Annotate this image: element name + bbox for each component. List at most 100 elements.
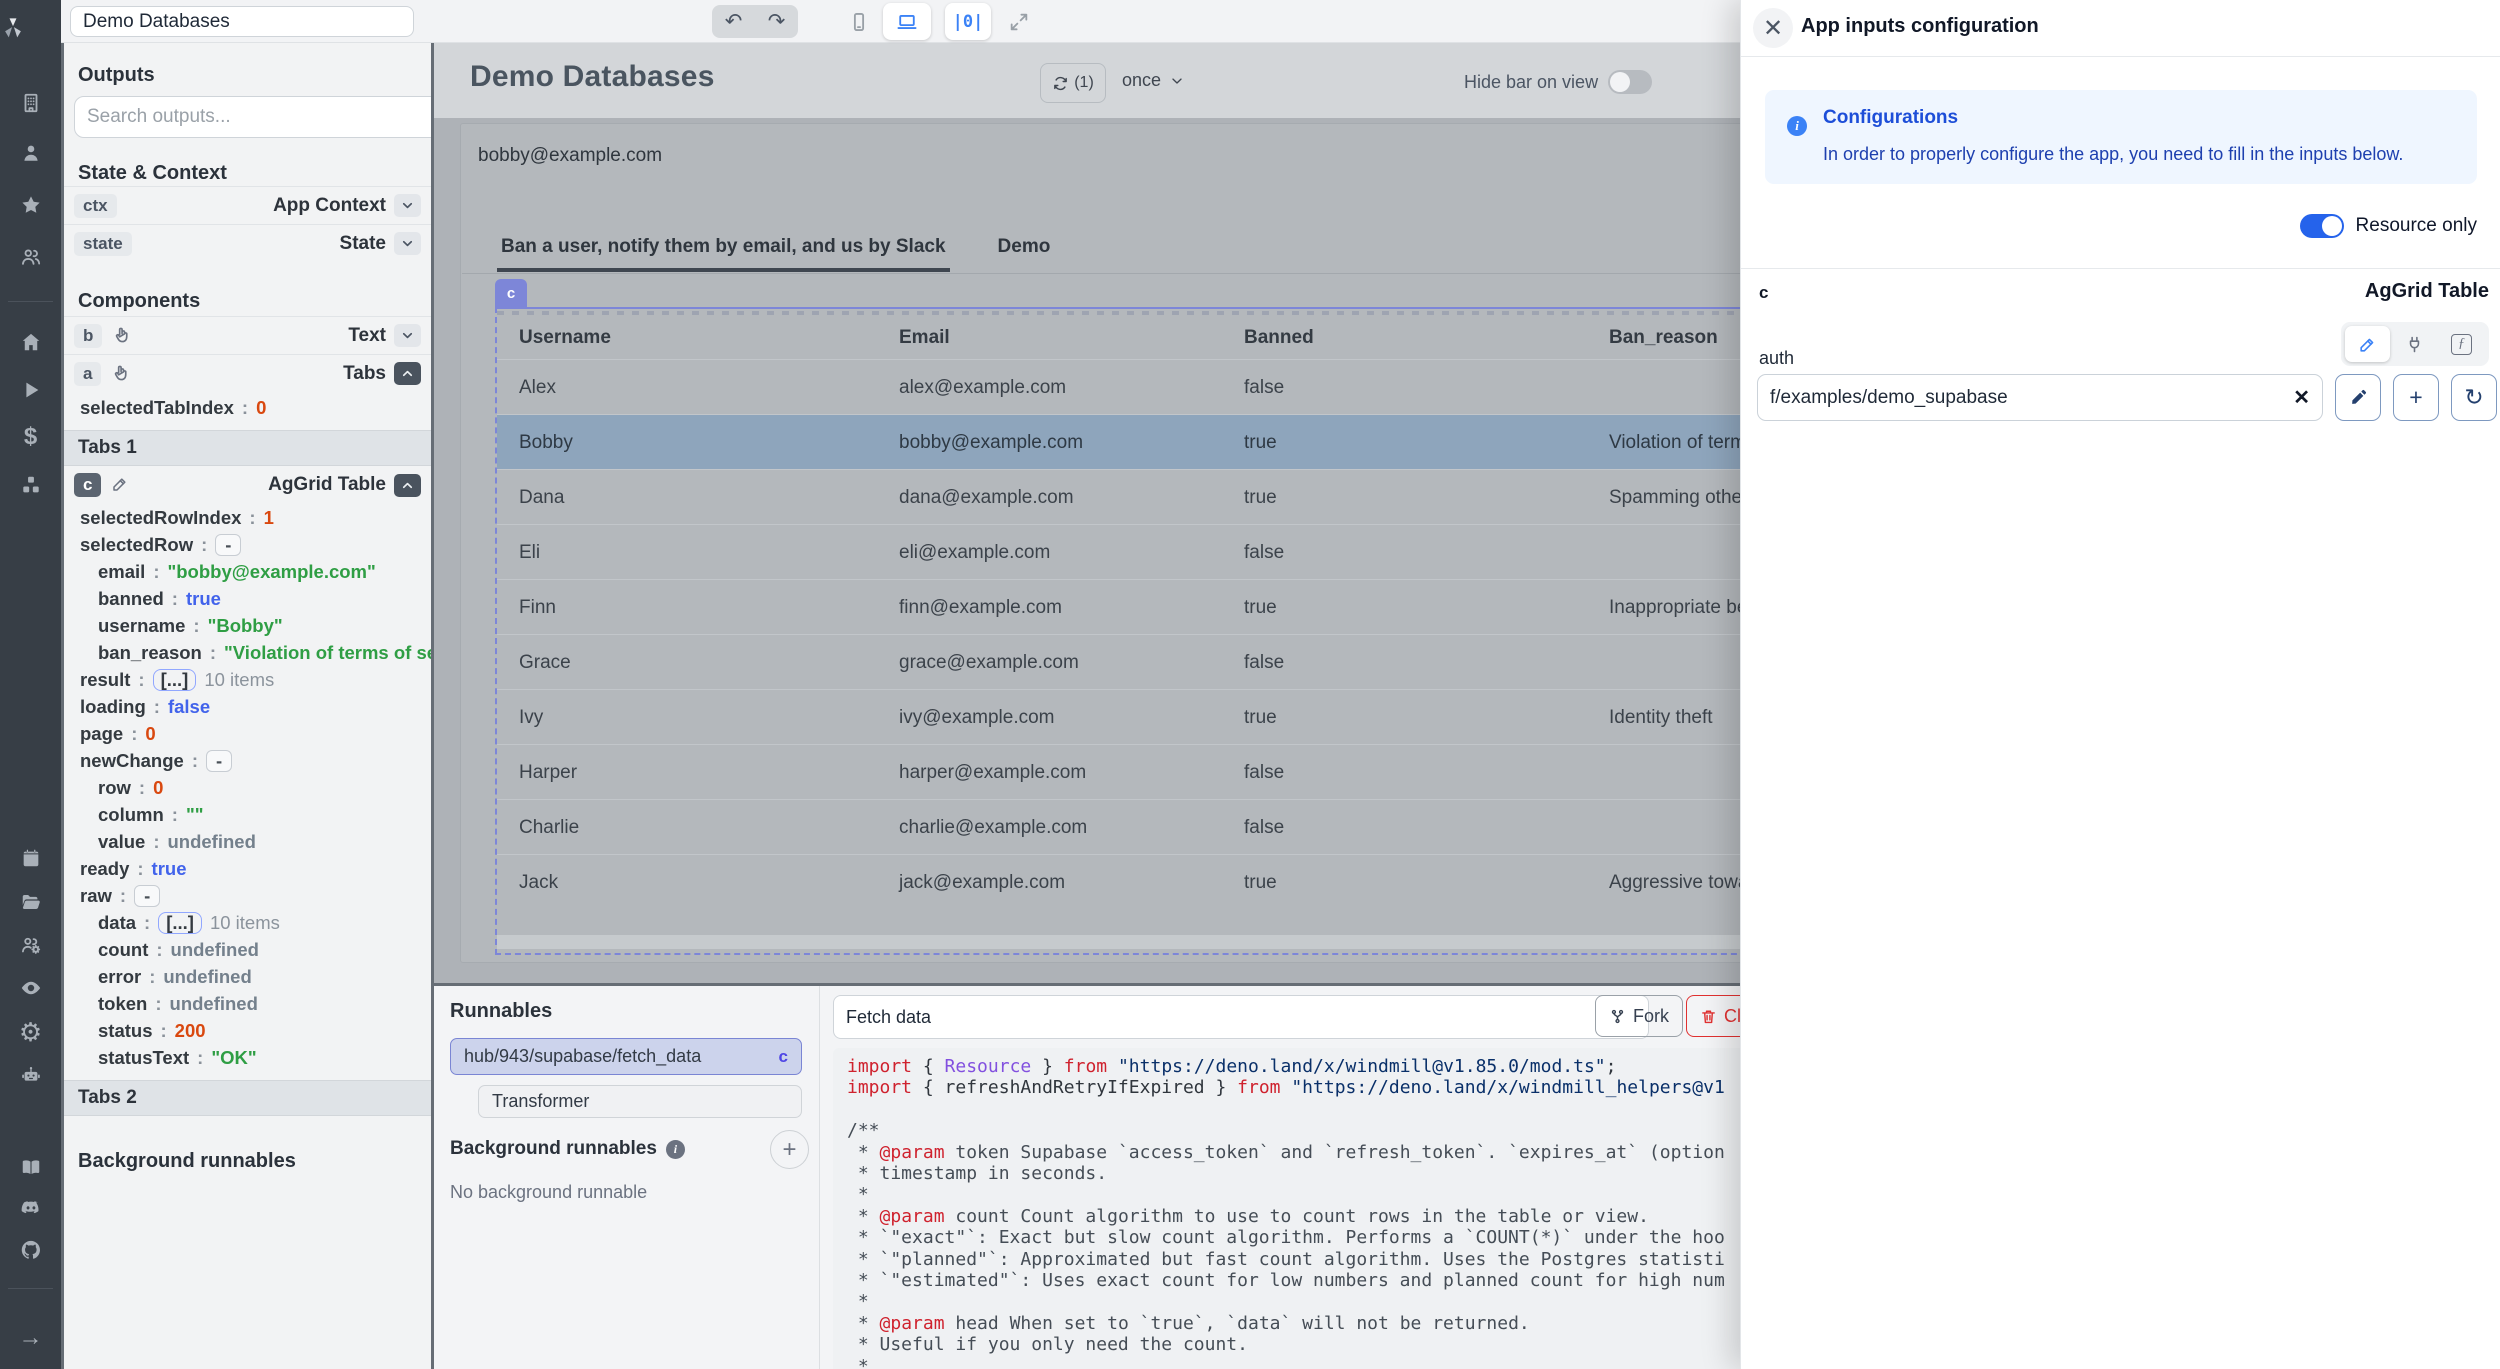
tree-value: 200 [175, 1020, 206, 1042]
refresh-resource-button[interactable]: ↻ [2451, 374, 2497, 421]
app-title-input[interactable]: Demo Databases [70, 6, 414, 37]
tree-value: undefined [163, 966, 251, 988]
folder-icon[interactable] [19, 890, 43, 914]
output-tree-row[interactable]: selectedTabIndex : 0 [64, 394, 266, 421]
schedule-dropdown[interactable]: once [1122, 70, 1185, 91]
selected-component-badge[interactable]: c [495, 279, 527, 307]
output-tree-row[interactable]: selectedRowIndex:1 [64, 504, 274, 531]
output-tree-row[interactable]: loading:false [64, 693, 210, 720]
pencil-icon[interactable] [111, 475, 131, 495]
users-cog-icon[interactable] [19, 933, 43, 957]
runnable-name-input[interactable]: Fetch data [833, 995, 1649, 1039]
discord-icon[interactable] [19, 1196, 43, 1220]
output-tree-row[interactable]: token:undefined [64, 990, 258, 1017]
output-tree-row[interactable]: ready:true [64, 855, 187, 882]
context-row-ctx[interactable]: ctx App Context [64, 186, 431, 224]
component-row-a[interactable]: a Tabs [64, 354, 431, 392]
resource-path-input[interactable]: f/examples/demo_supabase ✕ [1757, 374, 2323, 421]
chevron-up-icon[interactable] [394, 474, 421, 497]
edit-resource-button[interactable] [2335, 374, 2381, 421]
eye-icon[interactable] [19, 976, 43, 1000]
arrow-right-icon[interactable]: → [19, 1326, 43, 1350]
clear-icon[interactable]: ✕ [2293, 385, 2310, 410]
play-icon[interactable] [19, 378, 43, 402]
output-tree-row[interactable]: row:0 [64, 774, 163, 801]
component-row-b[interactable]: b Text [64, 316, 431, 354]
undo-icon[interactable]: ↶ [725, 9, 743, 34]
grid-cell: Harper [497, 762, 877, 784]
output-tree-row[interactable]: banned:true [64, 585, 221, 612]
output-tree-row[interactable]: username:"Bobby" [64, 612, 283, 639]
static-input-pencil-icon[interactable] [2345, 326, 2390, 362]
hide-bar-toggle[interactable] [1608, 70, 1652, 94]
fork-button[interactable]: Fork [1595, 995, 1683, 1037]
windmill-logo-icon[interactable] [0, 10, 30, 44]
output-tree-row[interactable]: selectedRow:- [64, 531, 241, 558]
panel-splitter[interactable] [61, 42, 64, 1369]
connect-plug-icon[interactable] [2392, 326, 2437, 362]
home-icon[interactable] [19, 330, 43, 354]
chevron-down-icon[interactable] [394, 232, 421, 255]
tabs2-section-header[interactable]: Tabs 2 [64, 1080, 431, 1116]
output-tree-row[interactable]: email:"bobby@example.com" [64, 558, 376, 585]
output-tree-row[interactable]: page:0 [64, 720, 156, 747]
refresh-count-button[interactable]: (1) [1040, 63, 1106, 103]
runnable-item-transformer[interactable]: Transformer [478, 1085, 802, 1118]
output-tree-row[interactable]: result:[...]10 items [64, 666, 274, 693]
component-row-c[interactable]: c AgGrid Table [64, 466, 431, 504]
app-tab-0[interactable]: Ban a user, notify them by email, and us… [497, 236, 950, 272]
output-tree-row[interactable]: statusText:"OK" [64, 1044, 257, 1071]
chevron-down-icon[interactable] [394, 194, 421, 217]
resource-only-toggle[interactable] [2300, 214, 2344, 238]
tree-value: false [168, 696, 210, 718]
resource-only-setting: Resource only [1741, 214, 2477, 238]
tree-key: email [98, 561, 145, 583]
context-row-state[interactable]: state State [64, 224, 431, 262]
desktop-view-icon[interactable] [883, 3, 931, 40]
output-tree-row[interactable]: raw:- [64, 882, 160, 909]
tree-value: true [186, 588, 221, 610]
output-tree-row[interactable]: value:undefined [64, 828, 256, 855]
tree-value[interactable]: [...] [158, 912, 202, 934]
panel-splitter[interactable] [431, 42, 434, 1369]
tree-value[interactable]: - [215, 534, 241, 556]
trash-icon [1700, 1008, 1717, 1025]
users-icon[interactable] [19, 245, 43, 269]
output-tree-row[interactable]: column:"" [64, 801, 204, 828]
search-outputs-input[interactable]: Search outputs... [74, 96, 431, 138]
mobile-view-icon[interactable] [839, 3, 879, 40]
github-icon[interactable] [19, 1238, 43, 1262]
output-tree-row[interactable]: count:undefined [64, 936, 259, 963]
tree-item-count: 10 items [204, 669, 274, 691]
cubes-icon[interactable] [19, 473, 43, 497]
tree-value[interactable]: - [134, 885, 160, 907]
debug-outputs-button[interactable]: |0| [945, 3, 991, 40]
eval-fx-icon[interactable]: ƒ [2439, 326, 2484, 362]
star-icon[interactable] [19, 193, 43, 217]
output-tree-row[interactable]: error:undefined [64, 963, 252, 990]
add-resource-button[interactable]: + [2393, 374, 2439, 421]
output-tree-row[interactable]: status:200 [64, 1017, 206, 1044]
close-icon[interactable]: ✕ [1753, 8, 1793, 48]
app-tab-1[interactable]: Demo [994, 236, 1055, 272]
building-icon[interactable] [19, 91, 43, 115]
chevron-up-icon[interactable] [394, 362, 421, 385]
chevron-down-icon[interactable] [394, 324, 421, 347]
fullscreen-icon[interactable] [999, 3, 1039, 40]
output-tree-row[interactable]: newChange:- [64, 747, 232, 774]
calendar-icon[interactable] [19, 846, 43, 870]
runnable-item-fetch-data[interactable]: hub/943/supabase/fetch_data c [450, 1038, 802, 1075]
output-tree-row[interactable]: ban_reason:"Violation of terms of servic… [64, 639, 431, 666]
redo-icon[interactable]: ↷ [768, 9, 786, 34]
user-icon[interactable] [19, 141, 43, 165]
text-component[interactable]: bobby@example.com [478, 145, 662, 167]
dollar-icon[interactable]: $ [19, 425, 43, 449]
book-icon[interactable] [19, 1155, 43, 1179]
tree-value[interactable]: [...] [153, 669, 197, 691]
add-background-runnable-button[interactable]: + [770, 1130, 809, 1169]
gear-icon[interactable]: ⚙ [19, 1020, 43, 1044]
robot-icon[interactable] [19, 1063, 43, 1087]
tabs1-section-header[interactable]: Tabs 1 [64, 430, 431, 466]
tree-value[interactable]: - [206, 750, 232, 772]
output-tree-row[interactable]: data:[...]10 items [64, 909, 280, 936]
